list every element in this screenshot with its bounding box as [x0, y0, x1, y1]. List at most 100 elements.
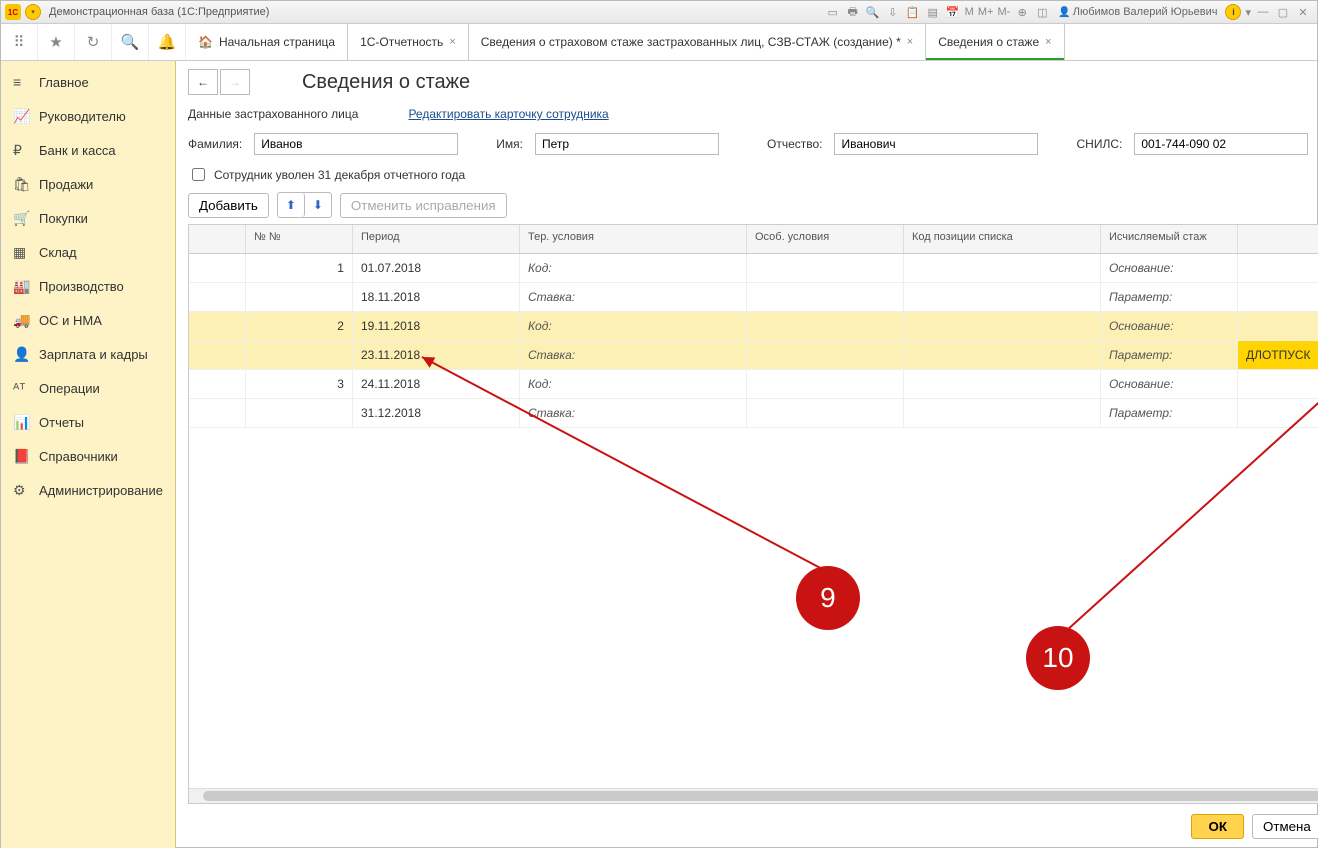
cell-osn-label: Основание:	[1109, 261, 1174, 275]
table-body: 1 01.07.2018 Код: Основание: 18.11.2018 …	[189, 254, 1318, 788]
toolbar-row: Добавить ⬆ ⬇ Отменить исправления Еще	[176, 186, 1318, 224]
footer: ОК Отмена Еще	[176, 804, 1318, 848]
cancel-button[interactable]: Отмена	[1252, 814, 1318, 839]
sidebar-item-production[interactable]: 🏭Производство	[1, 269, 175, 303]
titlebar: 1C ▾ Демонстрационная база (1С:Предприят…	[1, 1, 1317, 24]
search-doc-icon[interactable]: 🔍	[865, 4, 881, 20]
link-icon[interactable]: ⇩	[885, 4, 901, 20]
add-button[interactable]: Добавить	[188, 193, 269, 218]
table-row[interactable]: 31.12.2018 Ставка: Параметр:	[189, 399, 1318, 428]
table-row[interactable]: 1 01.07.2018 Код: Основание:	[189, 254, 1318, 283]
sidebar-item-assets[interactable]: 🚚ОС и НМА	[1, 303, 175, 337]
book-icon: 📕	[13, 448, 33, 465]
cancel-corrections-button: Отменить исправления	[340, 193, 507, 218]
clipboard-icon[interactable]: 📋	[905, 4, 921, 20]
sidebar-item-admin[interactable]: ⚙Администрирование	[1, 473, 175, 507]
cell-param-label: Параметр:	[1109, 290, 1172, 304]
bars-icon: 📊	[13, 414, 33, 431]
table-row[interactable]: 3 24.11.2018 Код: Основание:	[189, 370, 1318, 399]
sidebar-item-operations[interactable]: ᴬᵀОперации	[1, 371, 175, 405]
cell-param-value[interactable]: ДЛОТПУСК	[1238, 341, 1318, 369]
name-input[interactable]	[535, 133, 719, 155]
tab-close-icon[interactable]: ×	[449, 36, 455, 48]
apps-icon[interactable]: ⠿	[1, 24, 38, 60]
page-title: Сведения о стаже	[302, 71, 470, 94]
sidebar-item-hr[interactable]: 👤Зарплата и кадры	[1, 337, 175, 371]
sidebar-item-main[interactable]: ≡Главное	[1, 65, 175, 99]
sidebar-item-reference[interactable]: 📕Справочники	[1, 439, 175, 473]
sidebar-item-purchases[interactable]: 🛒Покупки	[1, 201, 175, 235]
cell-date1: 19.11.2018	[353, 312, 520, 340]
sidebar-item-sales[interactable]: 🛍Продажи	[1, 167, 175, 201]
cell-date2: 31.12.2018	[353, 399, 520, 427]
name-label: Имя:	[496, 137, 523, 151]
table-row-selected[interactable]: 2 19.11.2018 Код: Основание:	[189, 312, 1318, 341]
maximize-icon[interactable]: ▢	[1275, 4, 1291, 20]
dismissed-checkbox[interactable]	[192, 168, 205, 181]
sidebar-item-manager[interactable]: 📈Руководителю	[1, 99, 175, 133]
boxes-icon: ▦	[13, 244, 33, 261]
scrollbar-thumb[interactable]	[203, 791, 1318, 801]
table-row[interactable]: 18.11.2018 Ставка: Параметр:	[189, 283, 1318, 312]
nav-back-button[interactable]: ←	[188, 69, 218, 95]
menu-icon: ≡	[13, 74, 33, 90]
sidebar-item-reports[interactable]: 📊Отчеты	[1, 405, 175, 439]
table-header: № № Период Тер. условия Особ. условия Ко…	[189, 225, 1318, 254]
panels-icon[interactable]: ◫	[1034, 4, 1050, 20]
memory-m[interactable]: M	[965, 6, 974, 18]
snils-input[interactable]	[1134, 133, 1308, 155]
minimize-icon[interactable]: —	[1255, 4, 1271, 20]
ok-button[interactable]: ОК	[1191, 814, 1244, 839]
print-icon[interactable]: 🖶	[845, 4, 861, 20]
tab-1c-report[interactable]: 1С-Отчетность×	[348, 24, 469, 60]
calendar-icon[interactable]: 📅	[945, 4, 961, 20]
info-icon[interactable]: i	[1225, 4, 1241, 20]
app-logo-icon: 1C	[5, 4, 21, 20]
tab-close-icon[interactable]: ×	[1045, 36, 1051, 48]
close-icon[interactable]: ✕	[1295, 4, 1311, 20]
edit-employee-link[interactable]: Редактировать карточку сотрудника	[408, 107, 608, 121]
ops-icon: ᴬᵀ	[13, 380, 33, 396]
surname-label: Фамилия:	[188, 137, 242, 151]
tab-szv[interactable]: Сведения о страховом стаже застрахованны…	[469, 24, 926, 60]
annotation-callout-10: 10	[1026, 626, 1090, 690]
cell-num: 1	[246, 254, 353, 282]
table-row-selected[interactable]: 23.11.2018 Ставка: Параметр: ДЛОТПУСК	[189, 341, 1318, 370]
patronymic-input[interactable]	[834, 133, 1038, 155]
subheader: Данные застрахованного лица Редактироват…	[176, 103, 1318, 125]
favorite-icon[interactable]: ★	[38, 24, 75, 60]
current-user[interactable]: Любимов Валерий Юрьевич	[1058, 6, 1217, 18]
app-menu-dropdown[interactable]: ▾	[25, 4, 41, 20]
person-icon: 👤	[13, 346, 33, 363]
history-icon[interactable]: ↻	[75, 24, 112, 60]
cell-date2: 18.11.2018	[353, 283, 520, 311]
sidebar: ≡Главное 📈Руководителю ₽Банк и касса 🛍Пр…	[1, 61, 176, 848]
annotation-callout-9: 9	[796, 566, 860, 630]
move-down-button[interactable]: ⬇	[305, 193, 331, 217]
th-stazh2	[1238, 225, 1318, 253]
tab-home[interactable]: 🏠Начальная страница	[186, 24, 348, 60]
bell-icon[interactable]: 🔔	[149, 24, 186, 60]
tab-service-length[interactable]: Сведения о стаже×	[926, 24, 1064, 60]
chart-icon: 📈	[13, 108, 33, 125]
cell-stavka-label: Ставка:	[528, 290, 575, 304]
sidebar-item-bank[interactable]: ₽Банк и касса	[1, 133, 175, 167]
memory-mplus[interactable]: M+	[978, 6, 994, 18]
print-preview-icon[interactable]: ▭	[825, 4, 841, 20]
sidebar-item-warehouse[interactable]: ▦Склад	[1, 235, 175, 269]
zoom-icon[interactable]: ⊕	[1014, 4, 1030, 20]
cell-param-label: Параметр:	[1109, 406, 1172, 420]
horizontal-scrollbar[interactable]	[189, 788, 1318, 803]
search-icon[interactable]: 🔍	[112, 24, 149, 60]
table: № № Период Тер. условия Особ. условия Ко…	[188, 224, 1318, 804]
memory-mminus[interactable]: M-	[997, 6, 1010, 18]
surname-input[interactable]	[254, 133, 458, 155]
th-kodpos: Код позиции списка	[904, 225, 1101, 253]
move-up-button[interactable]: ⬆	[278, 193, 305, 217]
calc-icon[interactable]: ▤	[925, 4, 941, 20]
tab-close-icon[interactable]: ×	[907, 36, 913, 48]
truck-icon: 🚚	[13, 312, 33, 329]
info-dropdown[interactable]: ▾	[1245, 6, 1251, 19]
form-row: Фамилия: Имя: Отчество: СНИЛС:	[176, 125, 1318, 163]
th-blank	[189, 225, 246, 253]
